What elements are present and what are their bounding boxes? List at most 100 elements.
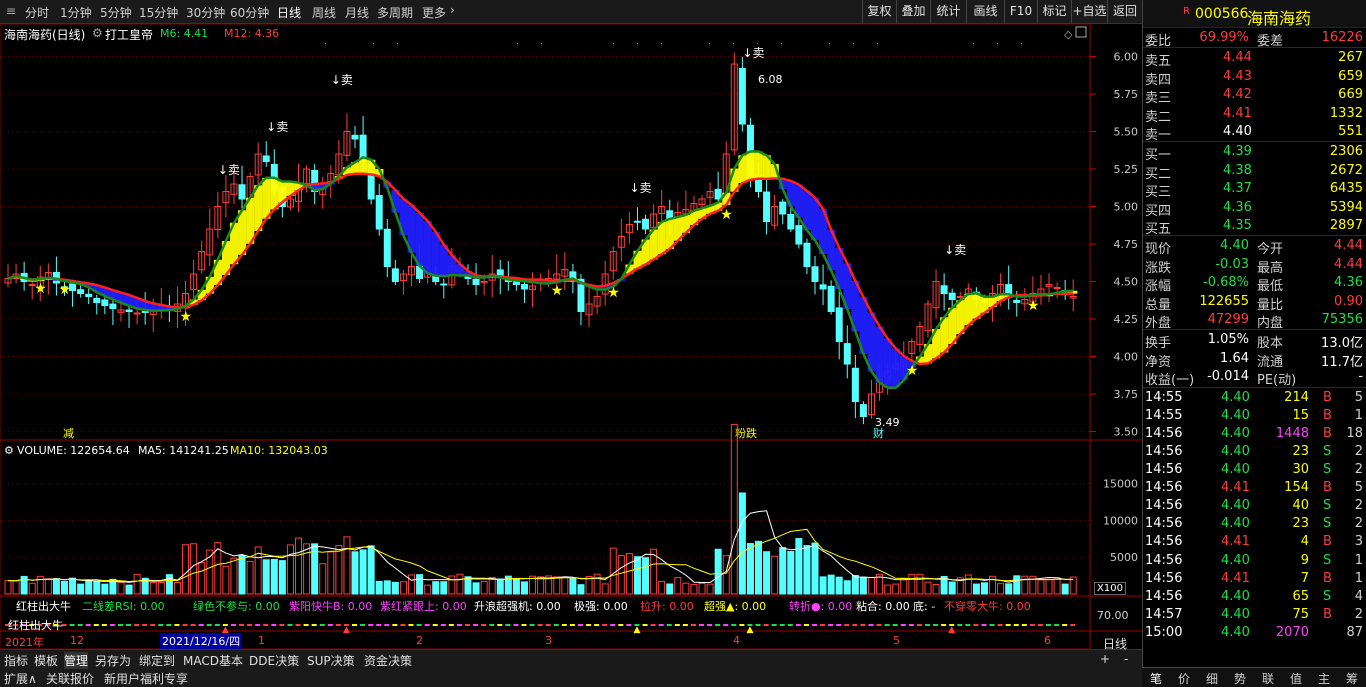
trade-tick-row: 14:56 4.41 4 B 3 [1143,533,1366,551]
candle-body [85,293,93,297]
volume-bar [932,584,940,595]
bottom-tab2-2[interactable]: 新用户福利专享 [104,670,188,687]
chart-area[interactable]: 6.005.755.505.255.004.754.504.254.003.75… [0,24,1142,649]
period-tab-0[interactable]: 分时 [25,4,49,21]
candle-body [827,285,835,313]
candle-body [391,268,399,282]
indicator-tick-mark [1005,624,1011,626]
tick-direction: B [1323,389,1332,405]
bid-row: 买一 4.39 2306 [1143,143,1366,163]
toolbar-button-1[interactable]: 叠加 [896,0,930,24]
period-tab-7[interactable]: 周线 [312,4,336,21]
quote-tab-7[interactable]: 筹 [1346,670,1358,687]
indicator-tick-mark [699,624,705,626]
volume-ma5: MA5: 141241.25 [138,444,229,457]
bottom-tab-0[interactable]: 指标 [4,652,28,669]
quote-value: 4.40 [1220,238,1249,254]
trade-tick-row: 14:56 4.40 9 S 1 [1143,552,1366,570]
toolbar-button-3[interactable]: 画线 [966,0,1004,24]
maximize-icon[interactable] [1075,26,1087,38]
indicator-sublabel: 红柱出大牛 [8,619,63,632]
quote-tab-2[interactable]: 细 [1206,670,1218,687]
candle-body [851,367,859,402]
volume-bar [617,555,625,595]
stock-code: 000566 [1195,6,1249,22]
volume-settings-icon[interactable]: ⚙ [4,444,14,457]
bottom-tab2-0[interactable]: 扩展∧ [4,670,37,687]
toolbar-button-0[interactable]: 复权 [862,0,896,24]
tick-volume: 9 [1300,552,1309,568]
toolbar-button-5[interactable]: 标记 [1037,0,1071,24]
volume-bar [1037,579,1045,595]
candle-body [351,134,359,140]
settings-icon[interactable]: ⚙ [92,26,103,40]
tick-direction: S [1323,443,1332,459]
indicator-tick-mark [1013,624,1019,626]
ribbon-block [270,177,279,210]
bottom-tab2-1[interactable]: 关联报价 [46,670,94,687]
indicator-tick-mark [739,624,745,626]
quote-tab-4[interactable]: 联 [1262,670,1274,687]
bid-volume: 5394 [1329,199,1363,215]
volume-bar [480,580,488,595]
indicator-tick-mark [85,624,91,626]
quote-tab-1[interactable]: 价 [1178,670,1190,687]
toolbar-button-7[interactable]: 返回 [1107,0,1142,24]
bottom-tab-3[interactable]: 另存为 [95,652,131,669]
indicator-tick-mark [319,624,325,626]
quote-tab-3[interactable]: 势 [1234,670,1246,687]
period-tab-2[interactable]: 5分钟 [100,4,132,21]
m6-value: M6: 4.41 [160,27,209,40]
trade-tick-row: 14:56 4.40 23 S 2 [1143,443,1366,461]
indicator-tick-mark [416,624,422,626]
indicator-tick-mark [803,624,809,626]
volume-bar [117,582,125,595]
chevron-right-icon[interactable]: › [450,3,455,17]
tick-direction: S [1323,498,1332,514]
bottom-tab-5[interactable]: MACD基本 [183,652,243,669]
period-tab-1[interactable]: 1分钟 [60,4,92,21]
zoom-in-icon[interactable]: + [1100,652,1110,666]
trade-tick-row: 14:55 4.40 15 B 1 [1143,407,1366,425]
quote-tab-0[interactable]: 笔 [1150,670,1162,687]
ribbon-block [754,151,763,179]
volume-bar [698,582,706,595]
volume-bar [383,580,391,595]
candle-body [1053,287,1061,289]
bottom-tab-6[interactable]: DDE决策 [249,652,299,669]
indicator-tick-mark [876,624,882,626]
ask-volume: 659 [1338,68,1363,84]
indicator-tick-mark [537,624,543,626]
toolbar-button-2[interactable]: 统计 [930,0,966,24]
grid-menu-icon[interactable]: ≡ [6,4,16,18]
volume-bar [278,560,286,595]
quote-tab-5[interactable]: 值 [1290,670,1302,687]
volume-bar [303,543,311,595]
star-icon: ★ [607,285,620,301]
bottom-tab-8[interactable]: 资金决策 [364,652,412,669]
period-tab-3[interactable]: 15分钟 [139,4,178,21]
volume-bar [997,583,1005,595]
period-tab-9[interactable]: 多周期 [377,4,413,21]
indicator-name[interactable]: 打工皇帝 [105,26,153,43]
bottom-tab-7[interactable]: SUP决策 [307,652,355,669]
period-tab-5[interactable]: 60分钟 [230,4,269,21]
volume-bar [359,549,367,595]
period-label[interactable]: 日线 [1103,635,1127,652]
zoom-out-icon[interactable]: - [1124,652,1128,666]
bottom-tab-1[interactable]: 模板 [34,652,58,669]
tick-direction: B [1323,534,1332,550]
toolbar-button-6[interactable]: +自选 [1071,0,1107,24]
bottom-tab-4[interactable]: 绑定到 [139,652,175,669]
quote-tab-6[interactable]: 主 [1318,670,1330,687]
toolbar-button-4[interactable]: F10 [1004,0,1037,24]
period-tab-8[interactable]: 月线 [345,4,369,21]
bottom-tab-2[interactable]: 管理 [64,652,89,669]
volume-bar [52,578,60,595]
period-tab-4[interactable]: 30分钟 [186,4,225,21]
ask-label: 卖五 [1145,54,1172,70]
ask-volume: 669 [1338,87,1363,103]
indicator-tick-mark [440,624,446,626]
period-tab-10[interactable]: 更多 [422,4,446,21]
period-tab-6[interactable]: 日线 [277,4,301,21]
